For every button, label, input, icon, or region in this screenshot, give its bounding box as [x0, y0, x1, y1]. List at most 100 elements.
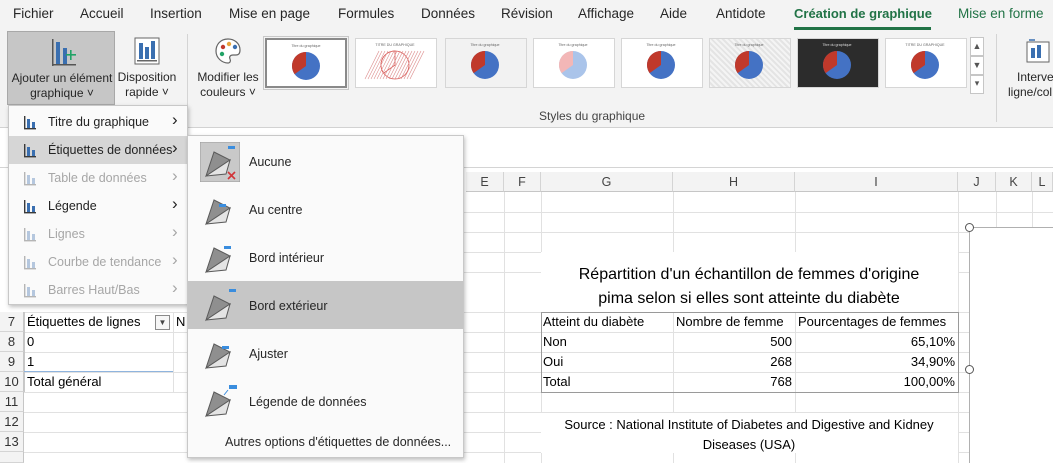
tab-accueil[interactable]: Accueil: [80, 6, 124, 21]
table-cell[interactable]: 65,10%: [795, 332, 955, 352]
chart-style-thumbnail[interactable]: Titre du graphique: [709, 38, 791, 88]
tab-antidote[interactable]: Antidote: [716, 6, 766, 21]
table-cell[interactable]: 100,00%: [795, 372, 955, 392]
chart-style-thumbnail[interactable]: Titre du graphique: [533, 38, 615, 88]
pivot-row-label-total[interactable]: Total général: [27, 372, 101, 392]
data-label-option[interactable]: Ajuster: [188, 329, 463, 377]
row-header-10[interactable]: 10: [0, 372, 24, 392]
table-header-atteint[interactable]: Atteint du diabète: [543, 312, 644, 332]
table-header-pourcentage[interactable]: Pourcentages de femmes: [798, 312, 946, 332]
chart-style-thumbnail[interactable]: Titre du graphique: [263, 36, 349, 90]
chevron-right-icon: ›: [172, 166, 178, 185]
table-cell[interactable]: 268: [673, 352, 792, 372]
column-header-h[interactable]: H: [673, 172, 795, 192]
row-header-13[interactable]: 13: [0, 432, 24, 452]
chart-element-icon: [23, 114, 37, 130]
chevron-right-icon: ›: [172, 110, 178, 129]
data-label-position-icon: [200, 334, 240, 374]
data-label-option-label: Bord extérieur: [249, 299, 328, 313]
table-cell[interactable]: Total: [543, 372, 570, 392]
pivot-row-label[interactable]: 1: [27, 352, 34, 372]
chart-element-menu-item[interactable]: Titre du graphique ›: [9, 108, 187, 136]
change-colors-button[interactable]: Modifier les couleurs ˅: [193, 31, 263, 105]
chart-element-menu-item[interactable]: Lignes ›: [9, 220, 187, 248]
add-chart-element-button[interactable]: Ajouter un élément graphique ˅: [7, 31, 115, 105]
table-border: [541, 312, 542, 393]
chart-style-thumbnail[interactable]: TITRE DU GRAPHIQUE: [355, 38, 437, 88]
quick-layout-button[interactable]: Disposition rapide ˅: [115, 31, 179, 105]
chart-element-icon: [23, 170, 37, 186]
data-label-option[interactable]: Légende de données: [188, 377, 463, 425]
chart-style-thumbnail[interactable]: Titre du graphique: [621, 38, 703, 88]
column-header-l[interactable]: L: [1032, 172, 1053, 192]
switch-row-column-icon: [1026, 39, 1050, 63]
pivot-filter-dropdown-button[interactable]: ▼: [155, 315, 170, 330]
tab-insertion[interactable]: Insertion: [150, 6, 202, 21]
data-label-option[interactable]: Au centre: [188, 185, 463, 233]
table-cell[interactable]: 500: [673, 332, 792, 352]
gallery-more-button[interactable]: ▾: [970, 75, 984, 94]
tab-mise-en-forme[interactable]: Mise en forme: [958, 6, 1044, 21]
tab-formules[interactable]: Formules: [338, 6, 394, 21]
row-header-14[interactable]: [0, 452, 24, 463]
chart-style-thumbnail[interactable]: TITRE DU GRAPHIQUE: [885, 38, 967, 88]
table-cell[interactable]: Non: [543, 332, 567, 352]
chart-style-thumbnail[interactable]: Titre du graphique: [797, 38, 879, 88]
chart-element-icon: [23, 198, 37, 214]
chart-resize-handle[interactable]: [965, 223, 974, 232]
table-title-line-1: Répartition d'un échantillon de femmes d…: [578, 266, 920, 283]
tab-donnees[interactable]: Données: [421, 6, 475, 21]
table-cell[interactable]: 34,90%: [795, 352, 955, 372]
chart-element-icon: [23, 226, 37, 242]
pivot-border: [24, 312, 25, 392]
column-header-g[interactable]: G: [541, 172, 673, 192]
column-header-j[interactable]: J: [958, 172, 996, 192]
pie-chart-preview-icon: TITRE DU GRAPHIQUE: [364, 43, 425, 80]
add-chart-element-menu: Titre du graphique › Étiquettes de données…: [8, 105, 188, 305]
table-border: [541, 312, 959, 313]
tab-affichage[interactable]: Affichage: [578, 6, 634, 21]
chevron-right-icon: ›: [172, 278, 178, 297]
more-data-label-options-item[interactable]: Autres options d'étiquettes de données..…: [188, 430, 463, 456]
row-header-11[interactable]: 11: [0, 392, 24, 412]
tab-revision[interactable]: Révision: [501, 6, 553, 21]
tab-creation-de-graphique[interactable]: Création de graphique: [794, 6, 932, 21]
chart-style-thumbnail[interactable]: Titre du graphique: [445, 38, 527, 88]
gallery-scroll-up-button[interactable]: ▲: [970, 37, 984, 56]
table-cell[interactable]: 768: [673, 372, 792, 392]
chart-element-menu-item[interactable]: Étiquettes de données ›: [9, 136, 187, 164]
chart-element-menu-item[interactable]: Barres Haut/Bas ›: [9, 276, 187, 304]
gallery-scroll-down-button[interactable]: ▼: [970, 56, 984, 75]
data-label-option[interactable]: Bord extérieur: [188, 281, 463, 329]
data-label-option[interactable]: Aucune: [188, 137, 463, 185]
column-header-e[interactable]: E: [466, 172, 504, 192]
pivot-total-border: [24, 371, 173, 372]
column-header-f[interactable]: F: [504, 172, 541, 192]
column-header-i[interactable]: I: [795, 172, 958, 192]
pivot-header-row-labels[interactable]: Étiquettes de lignes: [27, 312, 140, 332]
tab-mise-en-page[interactable]: Mise en page: [229, 6, 310, 21]
row-header-12[interactable]: 12: [0, 412, 24, 432]
switch-row-column-button[interactable]: Interve ligne/col: [1003, 31, 1053, 105]
table-header-nombre[interactable]: Nombre de femme: [676, 312, 784, 332]
row-header-9[interactable]: 9: [0, 352, 24, 372]
pivot-row-label[interactable]: 0: [27, 332, 34, 352]
row-header-8[interactable]: 8: [0, 332, 24, 352]
chart-element-menu-label: Titre du graphique: [48, 115, 149, 129]
tab-aide[interactable]: Aide: [660, 6, 687, 21]
chart-element-menu-label: Courbe de tendance: [48, 255, 162, 269]
palette-icon: [215, 38, 241, 64]
chart-element-menu-item[interactable]: Table de données ›: [9, 164, 187, 192]
pivot-header-col2[interactable]: N: [176, 312, 185, 332]
chart-element-menu-item[interactable]: Légende ›: [9, 192, 187, 220]
row-header-7[interactable]: 7: [0, 312, 24, 332]
quick-layout-icon: [134, 37, 160, 65]
data-label-option[interactable]: Bord intérieur: [188, 233, 463, 281]
table-border: [958, 312, 959, 393]
chart-element-menu-item[interactable]: Courbe de tendance ›: [9, 248, 187, 276]
table-cell[interactable]: Oui: [543, 352, 563, 372]
chart-object[interactable]: [969, 227, 1053, 463]
tab-fichier[interactable]: Fichier: [13, 6, 54, 21]
column-header-k[interactable]: K: [996, 172, 1032, 192]
chart-resize-handle[interactable]: [965, 365, 974, 374]
